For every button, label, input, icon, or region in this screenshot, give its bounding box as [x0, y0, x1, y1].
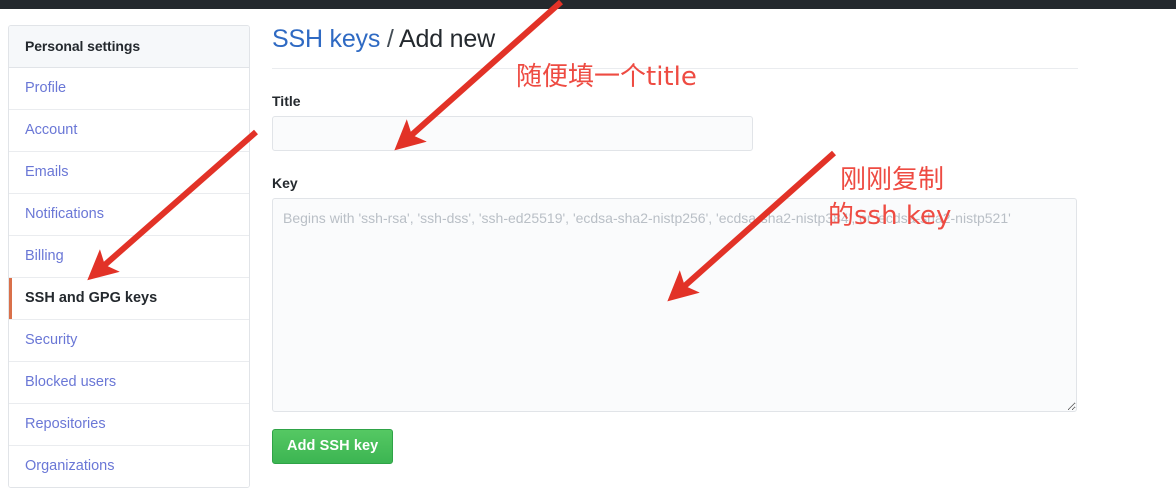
breadcrumb-current: Add new: [399, 25, 495, 53]
sidebar-item-ssh-and-gpg-keys[interactable]: SSH and GPG keys: [9, 278, 249, 320]
key-field-label: Key: [272, 175, 298, 191]
sidebar-item-security[interactable]: Security: [9, 320, 249, 362]
sidebar-header: Personal settings: [9, 26, 249, 68]
annotation-key-note-line1: 刚刚复制: [840, 165, 945, 195]
sidebar-item-billing[interactable]: Billing: [9, 236, 249, 278]
sidebar-item-account[interactable]: Account: [9, 110, 249, 152]
browser-top-bar: [0, 0, 1176, 9]
annotation-title-note: 随便填一个title: [516, 62, 697, 92]
annotation-key-note-line2: 的ssh key: [828, 201, 952, 231]
sidebar-item-organizations[interactable]: Organizations: [9, 446, 249, 487]
sidebar-item-notifications[interactable]: Notifications: [9, 194, 249, 236]
sidebar-item-emails[interactable]: Emails: [9, 152, 249, 194]
personal-settings-sidebar: Personal settings Profile Account Emails…: [8, 25, 250, 488]
title-input[interactable]: [272, 116, 753, 151]
breadcrumb-separator: /: [386, 25, 394, 53]
sidebar-item-repositories[interactable]: Repositories: [9, 404, 249, 446]
breadcrumb-ssh-keys-link[interactable]: SSH keys: [272, 25, 380, 53]
sidebar-item-blocked-users[interactable]: Blocked users: [9, 362, 249, 404]
sidebar-item-profile[interactable]: Profile: [9, 68, 249, 110]
title-field-label: Title: [272, 93, 301, 109]
key-textarea[interactable]: [272, 198, 1077, 412]
form-actions: Add SSH key: [272, 429, 1078, 464]
add-ssh-key-button[interactable]: Add SSH key: [272, 429, 394, 464]
